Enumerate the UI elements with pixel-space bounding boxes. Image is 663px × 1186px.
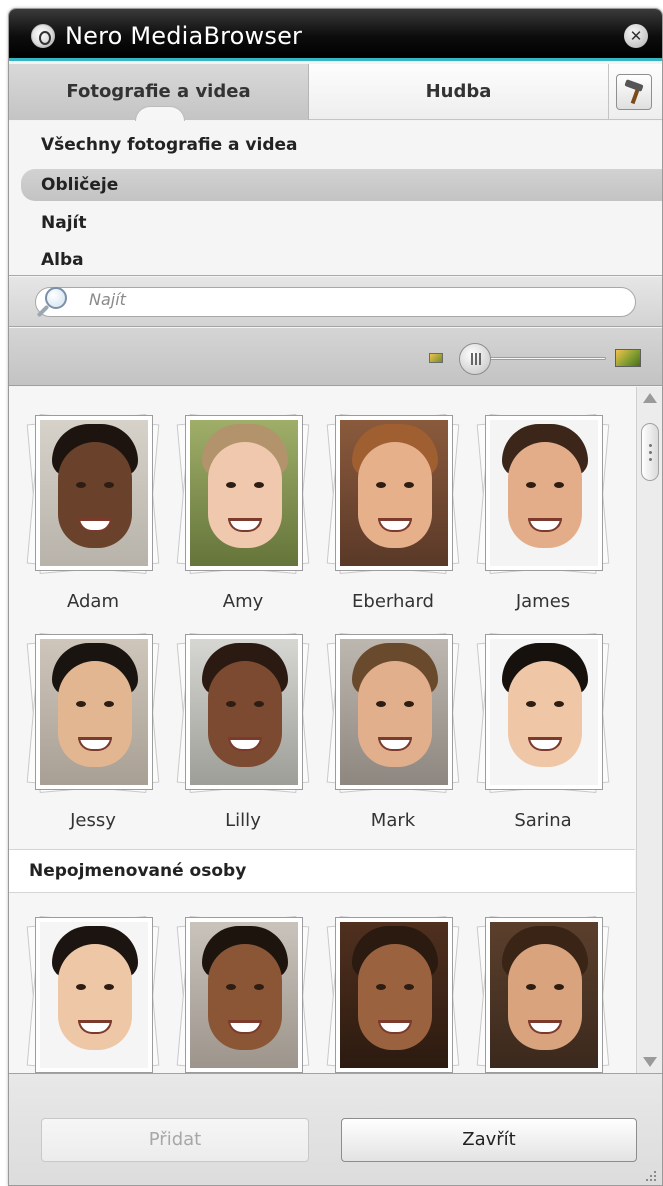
face-photo bbox=[35, 415, 153, 571]
small-image-icon[interactable] bbox=[429, 353, 443, 363]
category-all-photos-videos[interactable]: Všechny fotografie a videa bbox=[21, 129, 662, 161]
nero-logo-icon bbox=[31, 24, 55, 48]
tools-button[interactable] bbox=[616, 74, 652, 110]
search-bar: Najít bbox=[9, 277, 662, 327]
category-list: Všechny fotografie a videa Obličeje Nají… bbox=[9, 121, 662, 276]
face-name-label: Jessy bbox=[70, 810, 116, 831]
face-name-label: Adam bbox=[67, 591, 119, 612]
tab-bar: Fotografie a videa Hudba bbox=[9, 64, 662, 121]
face-photo bbox=[335, 415, 453, 571]
face-card-james[interactable]: James bbox=[469, 414, 617, 635]
face-card-jessy[interactable]: Jessy bbox=[19, 633, 167, 854]
face-photo bbox=[185, 634, 303, 790]
category-find[interactable]: Najít bbox=[21, 207, 662, 239]
face-name-label: James bbox=[515, 591, 571, 612]
unnamed-persons-header: Nepojmenované osoby bbox=[9, 849, 635, 893]
category-albums[interactable]: Alba bbox=[21, 244, 662, 276]
window-title: Nero MediaBrowser bbox=[65, 22, 303, 50]
unnamed-face-card[interactable] bbox=[169, 916, 317, 1073]
unnamed-face-card[interactable] bbox=[319, 916, 467, 1073]
face-name-label: Lilly bbox=[225, 810, 261, 831]
face-photo bbox=[35, 917, 153, 1073]
face-photo bbox=[335, 634, 453, 790]
add-button[interactable]: Přidat bbox=[41, 1118, 309, 1162]
search-icon bbox=[33, 283, 69, 319]
resize-grip-icon[interactable] bbox=[644, 1169, 658, 1183]
face-photo bbox=[185, 917, 303, 1073]
unnamed-face-card[interactable] bbox=[19, 916, 167, 1073]
face-photo bbox=[335, 917, 453, 1073]
media-browser-window: Nero MediaBrowser ✕ Fotografie a videa H… bbox=[8, 8, 663, 1186]
face-photo bbox=[35, 634, 153, 790]
large-image-icon[interactable] bbox=[615, 349, 641, 367]
zoom-bar bbox=[9, 328, 662, 386]
face-card-lilly[interactable]: Lilly bbox=[169, 633, 317, 854]
face-name-label: Amy bbox=[222, 591, 264, 612]
close-icon[interactable]: ✕ bbox=[624, 24, 648, 48]
face-card-eberhard[interactable]: Eberhard bbox=[319, 414, 467, 635]
face-card-amy[interactable]: Amy bbox=[169, 414, 317, 635]
face-card-mark[interactable]: Mark bbox=[319, 633, 467, 854]
face-card-sarina[interactable]: Sarina bbox=[469, 633, 617, 854]
face-photo bbox=[185, 415, 303, 571]
footer-bar: Přidat Zavřít bbox=[9, 1073, 662, 1185]
title-bar[interactable]: Nero MediaBrowser ✕ bbox=[9, 9, 662, 61]
face-photo bbox=[485, 917, 603, 1073]
search-placeholder: Najít bbox=[89, 290, 126, 309]
zoom-slider-handle[interactable] bbox=[459, 343, 491, 375]
unnamed-face-card[interactable] bbox=[469, 916, 617, 1073]
face-name-label: Sarina bbox=[514, 810, 572, 831]
category-faces[interactable]: Obličeje bbox=[21, 169, 662, 201]
face-card-adam[interactable]: Adam bbox=[19, 414, 167, 635]
tab-photos-videos[interactable]: Fotografie a videa bbox=[9, 64, 309, 121]
scroll-down-arrow-icon[interactable] bbox=[643, 1057, 657, 1067]
face-photo bbox=[485, 415, 603, 571]
tab-music[interactable]: Hudba bbox=[309, 64, 609, 120]
face-photo bbox=[485, 634, 603, 790]
scroll-up-arrow-icon[interactable] bbox=[643, 393, 657, 403]
face-name-label: Mark bbox=[370, 810, 416, 831]
vertical-scrollbar[interactable] bbox=[636, 387, 662, 1073]
scroll-thumb[interactable] bbox=[641, 423, 659, 481]
close-button[interactable]: Zavřít bbox=[341, 1118, 637, 1162]
faces-grid: Adam Amy Eberhard James Jessy Lilly Mark… bbox=[9, 387, 662, 1073]
face-name-label: Eberhard bbox=[352, 591, 434, 612]
